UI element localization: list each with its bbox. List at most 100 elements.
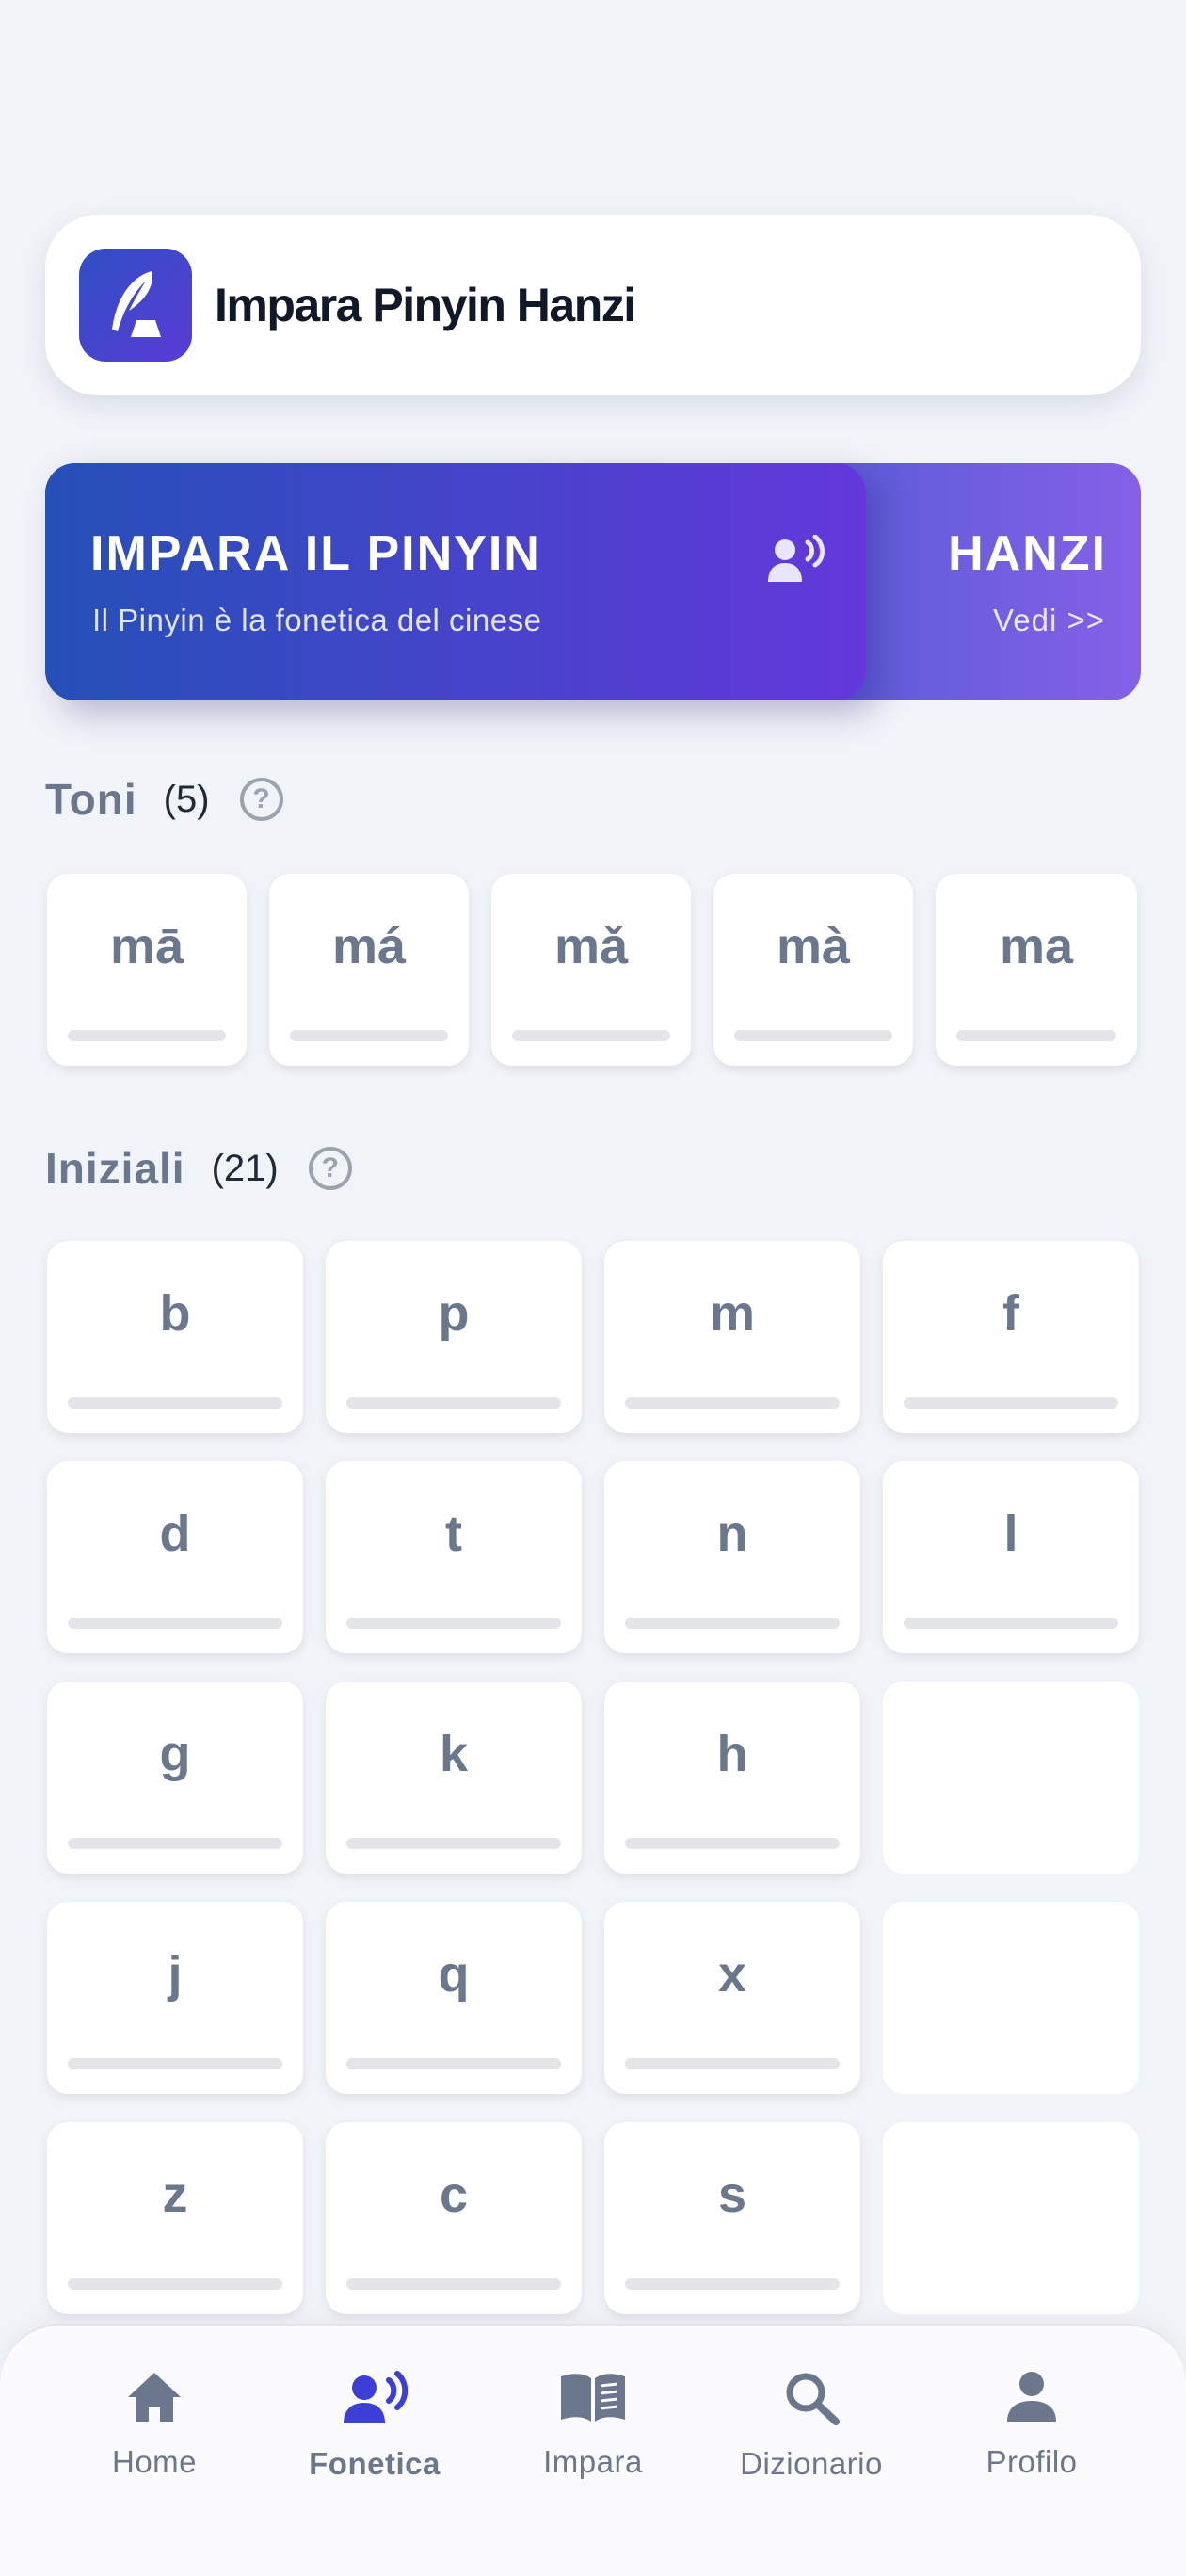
initial-label: h xyxy=(716,1726,748,1782)
progress-bar xyxy=(956,1030,1116,1041)
progress-bar xyxy=(904,1618,1118,1629)
progress-bar xyxy=(625,1618,840,1629)
initial-card[interactable]: n xyxy=(604,1461,860,1653)
tone-card[interactable]: má xyxy=(269,874,469,1066)
initial-card[interactable]: t xyxy=(326,1461,582,1653)
nav-label: Profilo xyxy=(986,2444,1078,2479)
app-title: Impara Pinyin Hanzi xyxy=(215,279,636,331)
initial-card[interactable]: q xyxy=(326,1902,582,2094)
speaking-person-icon xyxy=(766,534,825,588)
tone-label: mǎ xyxy=(553,918,629,974)
help-icon[interactable]: ? xyxy=(239,778,283,821)
progress-bar xyxy=(68,1030,226,1041)
book-icon xyxy=(561,2374,625,2422)
bottom-navigation: Home Fonetica Impara Dizionario Profilo xyxy=(0,2324,1186,2576)
tone-label: mà xyxy=(776,918,851,974)
initial-label: g xyxy=(159,1726,191,1782)
pinyin-banner[interactable]: HANZI Vedi >> IMPARA IL PINYIN Il Pinyin… xyxy=(45,463,1141,700)
person-icon xyxy=(1007,2372,1056,2422)
banner-subtitle: Il Pinyin è la fonetica del cinese xyxy=(92,603,542,637)
nav-item-fonetica[interactable]: Fonetica xyxy=(265,2371,484,2482)
initial-card[interactable]: j xyxy=(47,1902,303,2094)
progress-bar xyxy=(68,1397,282,1409)
speaking-person-icon xyxy=(344,2371,408,2423)
nav-label: Dizionario xyxy=(740,2446,883,2481)
initial-label: l xyxy=(1003,1505,1018,1562)
quill-pen-icon xyxy=(79,249,192,362)
progress-bar xyxy=(346,2058,561,2069)
nav-item-profilo[interactable]: Profilo xyxy=(922,2371,1141,2480)
nav-item-home[interactable]: Home xyxy=(45,2371,264,2480)
initial-card[interactable]: b xyxy=(47,1241,303,1433)
initial-label: f xyxy=(1002,1285,1019,1342)
initial-card[interactable]: g xyxy=(47,1682,303,1874)
initial-label: b xyxy=(159,1285,191,1342)
initial-card[interactable]: h xyxy=(604,1682,860,1874)
initial-card[interactable]: s xyxy=(604,2122,860,2314)
progress-bar xyxy=(625,1838,840,1849)
empty-slot xyxy=(883,2122,1139,2314)
tones-section-header: Toni (5) ? xyxy=(45,774,283,825)
initial-card[interactable]: d xyxy=(47,1461,303,1653)
tone-card[interactable]: mà xyxy=(713,874,913,1066)
initials-section-header: Iniziali (21) ? xyxy=(45,1143,352,1194)
empty-slot xyxy=(883,1682,1139,1874)
search-icon xyxy=(786,2373,840,2425)
banner-title: IMPARA IL PINYIN xyxy=(90,526,541,581)
tone-card[interactable]: mǎ xyxy=(491,874,691,1066)
tone-card[interactable]: mā xyxy=(47,874,247,1066)
progress-bar xyxy=(68,2058,282,2069)
initial-label: j xyxy=(168,1946,183,2003)
progress-bar xyxy=(346,1397,561,1409)
app-header: Impara Pinyin Hanzi xyxy=(45,215,1141,395)
initial-card[interactable]: m xyxy=(604,1241,860,1433)
progress-bar xyxy=(734,1030,892,1041)
initial-card[interactable]: p xyxy=(326,1241,582,1433)
nav-label: Home xyxy=(111,2444,198,2479)
progress-bar xyxy=(625,1397,840,1409)
progress-bar xyxy=(346,1838,561,1849)
tone-label: má xyxy=(331,918,407,974)
initial-label: p xyxy=(438,1285,470,1342)
home-icon xyxy=(128,2373,181,2422)
initial-card[interactable]: c xyxy=(326,2122,582,2314)
initial-label: s xyxy=(717,2166,747,2223)
nav-item-impara[interactable]: Impara xyxy=(484,2371,702,2480)
hanzi-title: HANZI xyxy=(948,526,1107,581)
initial-label: d xyxy=(159,1505,191,1562)
section-title: Toni xyxy=(45,775,137,824)
nav-item-dizionario[interactable]: Dizionario xyxy=(702,2371,921,2482)
initial-label: z xyxy=(162,2166,188,2223)
progress-bar xyxy=(625,2278,840,2290)
progress-bar xyxy=(346,1618,561,1629)
progress-bar xyxy=(68,1838,282,1849)
nav-label: Fonetica xyxy=(309,2446,441,2481)
hanzi-see-more-link[interactable]: Vedi >> xyxy=(993,603,1105,638)
initial-card[interactable]: z xyxy=(47,2122,303,2314)
initial-card[interactable]: x xyxy=(604,1902,860,2094)
empty-slot xyxy=(883,1902,1139,2094)
initial-label: c xyxy=(439,2166,469,2223)
nav-label: Impara xyxy=(543,2444,643,2479)
initial-card[interactable]: f xyxy=(883,1241,1139,1433)
tone-label: mā xyxy=(109,918,184,974)
section-title: Iniziali xyxy=(45,1144,185,1193)
learn-pinyin-card[interactable]: IMPARA IL PINYIN Il Pinyin è la fonetica… xyxy=(45,463,866,700)
help-icon[interactable]: ? xyxy=(308,1147,352,1190)
section-count: (21) xyxy=(211,1147,279,1189)
progress-bar xyxy=(68,2278,282,2290)
progress-bar xyxy=(512,1030,670,1041)
progress-bar xyxy=(68,1618,282,1629)
initial-card[interactable]: l xyxy=(883,1461,1139,1653)
initial-label: k xyxy=(439,1726,469,1782)
initial-label: t xyxy=(445,1505,462,1562)
progress-bar xyxy=(625,2058,840,2069)
tone-card[interactable]: ma xyxy=(936,874,1137,1066)
initial-card[interactable]: k xyxy=(326,1682,582,1874)
progress-bar xyxy=(346,2278,561,2290)
progress-bar xyxy=(290,1030,448,1041)
initial-label: x xyxy=(717,1946,747,2003)
initial-label: n xyxy=(716,1505,748,1562)
progress-bar xyxy=(904,1397,1118,1409)
section-count: (5) xyxy=(163,778,210,820)
